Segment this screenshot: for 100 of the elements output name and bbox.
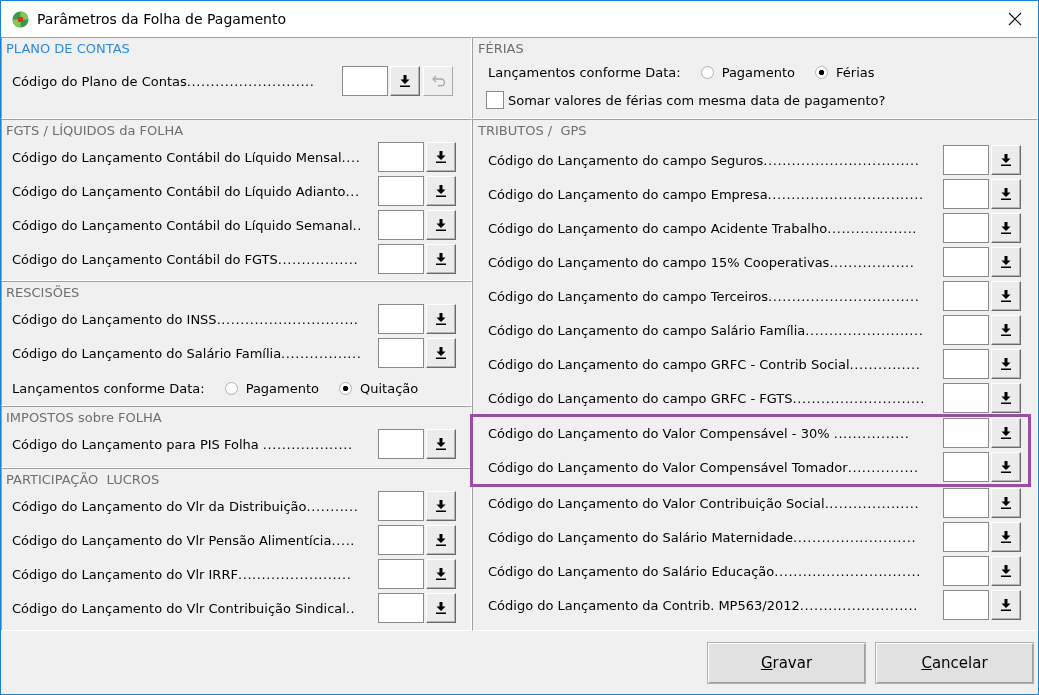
radio-option[interactable]: Pagamento (700, 64, 796, 80)
field-label: Código do Lançamento do Salário Educação............................... (488, 563, 921, 579)
lookup-button[interactable] (426, 142, 456, 172)
download-icon (436, 185, 446, 197)
field-label: Código do Lançamento do Salário Família................. (12, 345, 362, 361)
lookup-button[interactable] (426, 525, 456, 555)
code-field[interactable] (378, 142, 424, 172)
code-field[interactable] (378, 525, 424, 555)
download-icon (436, 219, 446, 231)
code-field[interactable] (943, 522, 989, 552)
lookup-button[interactable] (991, 590, 1021, 620)
code-field[interactable] (943, 590, 989, 620)
code-field[interactable] (943, 145, 989, 175)
code-field[interactable] (943, 488, 989, 518)
field-label: Código do Lançamento Contábil do Líquido Adianto... (12, 183, 360, 199)
code-field[interactable] (378, 559, 424, 589)
code-field[interactable] (943, 247, 989, 277)
radio-button[interactable] (224, 381, 238, 395)
code-field[interactable] (943, 281, 989, 311)
lookup-button[interactable] (426, 491, 456, 521)
lookup-button[interactable] (426, 304, 456, 334)
field-label: Código do Lançamento do Valor Contribuição Social.................... (488, 495, 920, 511)
code-field[interactable] (943, 452, 989, 482)
lookup-button[interactable] (426, 559, 456, 589)
code-field[interactable] (342, 66, 388, 96)
field-label: Código do Lançamento do Vlr da Distribuição........... (12, 498, 359, 514)
lookup-button[interactable] (426, 429, 456, 459)
lookup-button[interactable] (991, 145, 1021, 175)
code-field[interactable] (943, 179, 989, 209)
field-label: Código do Lançamento Contábil do FGTS................. (12, 251, 359, 267)
field-label: Código do Lançamento do Vlr Contribuição Sindical.. (12, 600, 356, 616)
code-field[interactable] (943, 383, 989, 413)
download-icon (1001, 358, 1011, 370)
code-field[interactable] (943, 349, 989, 379)
radio-button[interactable] (815, 65, 829, 79)
lookup-button[interactable] (991, 452, 1021, 482)
download-icon (436, 438, 446, 450)
code-field[interactable] (943, 418, 989, 448)
download-icon (1001, 565, 1011, 577)
section-title: FÉRIAS (478, 41, 524, 56)
lookup-button[interactable] (991, 349, 1021, 379)
lookup-button[interactable] (991, 315, 1021, 345)
lookup-button[interactable] (991, 522, 1021, 552)
code-field[interactable] (378, 176, 424, 206)
lookup-button[interactable] (991, 179, 1021, 209)
field-label: Código do Lançamento do campo Empresa................................. (488, 186, 924, 202)
lookup-button[interactable] (426, 244, 456, 274)
download-icon (1001, 461, 1011, 473)
code-field[interactable] (943, 213, 989, 243)
lookup-button[interactable] (991, 383, 1021, 413)
section-title: IMPOSTOS sobre FOLHA (6, 410, 162, 425)
download-icon (1001, 599, 1011, 611)
radio-option[interactable]: Férias (815, 64, 875, 80)
checkbox-option[interactable]: Somar valores de férias com mesma data de pagamento? (486, 91, 886, 109)
download-icon (436, 151, 446, 163)
code-field[interactable] (378, 429, 424, 459)
download-icon (1001, 427, 1011, 439)
code-field[interactable] (378, 244, 424, 274)
section-title: FGTS / LÍQUIDOS da FOLHA (6, 123, 184, 138)
download-icon (1001, 256, 1011, 268)
lookup-button[interactable] (991, 281, 1021, 311)
lookup-button[interactable] (991, 488, 1021, 518)
download-icon (400, 75, 410, 87)
field-label: Código do Lançamento do Valor Compensável - 30% ................ (488, 425, 910, 441)
radio-button[interactable] (700, 65, 714, 79)
lookup-button[interactable] (991, 247, 1021, 277)
code-field[interactable] (943, 315, 989, 345)
dialog-button[interactable]: Cancelar (875, 641, 1034, 684)
field-label: Código do Lançamento do campo GRFC - Contrib Social............... (488, 356, 921, 372)
download-icon (436, 347, 446, 359)
download-icon (1001, 154, 1011, 166)
lookup-button[interactable] (426, 210, 456, 240)
section-title: RESCISÕES (6, 285, 80, 300)
code-field[interactable] (378, 593, 424, 623)
code-field[interactable] (378, 491, 424, 521)
code-field[interactable] (378, 338, 424, 368)
lookup-button[interactable] (991, 418, 1021, 448)
lookup-button[interactable] (426, 338, 456, 368)
field-label: Código do Lançamento do Vlr Pensão Alimentícia..... (12, 532, 356, 548)
radio-button[interactable] (339, 381, 353, 395)
code-field[interactable] (378, 210, 424, 240)
lookup-button[interactable] (426, 593, 456, 623)
download-icon (1001, 497, 1011, 509)
dialog-button[interactable]: Gravar (707, 641, 866, 684)
field-label: Código do Lançamento do Salário Maternidade.......................... (488, 529, 917, 545)
radio-option[interactable]: Quitação (339, 380, 419, 396)
code-field[interactable] (378, 304, 424, 334)
radio-option[interactable]: Pagamento (224, 380, 320, 396)
code-field[interactable] (943, 556, 989, 586)
field-label: Código do Lançamento do campo 15% Cooperativas.................. (488, 254, 915, 270)
lookup-button[interactable] (991, 556, 1021, 586)
field-label: Código do Lançamento do campo Salário Família......................... (488, 322, 924, 338)
field-label: Lançamentos conforme Data: (12, 380, 205, 396)
field-label: Código do Lançamento do INSS.............................. (12, 311, 359, 327)
download-icon (436, 313, 446, 325)
lookup-button[interactable] (426, 176, 456, 206)
lookup-button[interactable] (390, 66, 420, 96)
checkbox[interactable] (486, 91, 504, 109)
lookup-button[interactable] (991, 213, 1021, 243)
field-label: Lançamentos conforme Data: (488, 64, 681, 80)
